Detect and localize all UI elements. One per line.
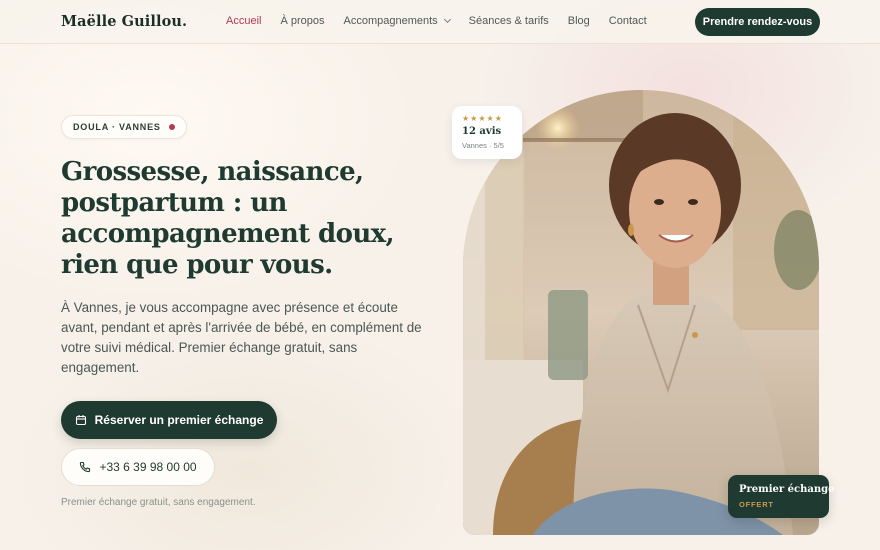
free-exchange-note: Premier échange gratuit, sans engagement… [61, 497, 256, 508]
hero-headline: Grossesse, naissance, postpartum : un ac… [61, 157, 395, 280]
phone-button-label: +33 6 39 98 00 00 [99, 460, 197, 474]
nav-label: Contact [608, 15, 647, 27]
chevron-down-icon [443, 15, 451, 24]
tag-label: DOULA · VANNES [73, 122, 161, 132]
nav-item-contact[interactable]: Contact [609, 15, 647, 27]
reserve-first-exchange-button[interactable]: Réserver un premier échange [61, 401, 277, 439]
nav-label: Blog [567, 15, 590, 27]
nav-label: À propos [280, 15, 325, 27]
nav-label: Accueil [226, 15, 262, 27]
phone-icon [79, 461, 91, 473]
nav-item-accueil[interactable]: Accueil [226, 15, 261, 27]
star-rating-icon: ★★★★★ [462, 114, 503, 123]
calendar-icon [75, 414, 87, 426]
reviews-meta: Vannes · 5/5 [462, 141, 504, 150]
nav-label: Accompagnements [343, 15, 438, 27]
nav-label: Séances & tarifs [468, 15, 549, 27]
dot-icon [168, 124, 175, 130]
nav-item-accompagnements[interactable]: Accompagnements [343, 15, 451, 27]
book-appointment-button[interactable]: Prendre rendez-vous [695, 8, 820, 36]
phone-button[interactable]: +33 6 39 98 00 00 [61, 448, 215, 486]
main-nav: Accueil À propos Accompagnements Séances… [226, 15, 666, 27]
nav-item-blog[interactable]: Blog [568, 15, 590, 27]
doula-tag: DOULA · VANNES [61, 115, 187, 139]
nav-item-a-propos[interactable]: À propos [280, 15, 324, 27]
first-exchange-offer-badge: Premier échange OFFERT [728, 475, 835, 518]
site-header: Maëlle Guillou. Accueil À propos Accompa… [0, 0, 880, 44]
offer-title: Premier échange [739, 484, 835, 495]
hero-lead: À Vannes, je vous accompagne avec présen… [61, 300, 422, 375]
reserve-button-label: Réserver un premier échange [94, 413, 264, 427]
nav-item-seances-tarifs[interactable]: Séances & tarifs [469, 15, 549, 27]
site-logo[interactable]: Maëlle Guillou. [61, 13, 187, 30]
reviews-count: 12 avis [462, 126, 502, 137]
offer-subtitle: OFFERT [739, 500, 774, 509]
reviews-badge: ★★★★★ 12 avis Vannes · 5/5 [452, 106, 522, 159]
